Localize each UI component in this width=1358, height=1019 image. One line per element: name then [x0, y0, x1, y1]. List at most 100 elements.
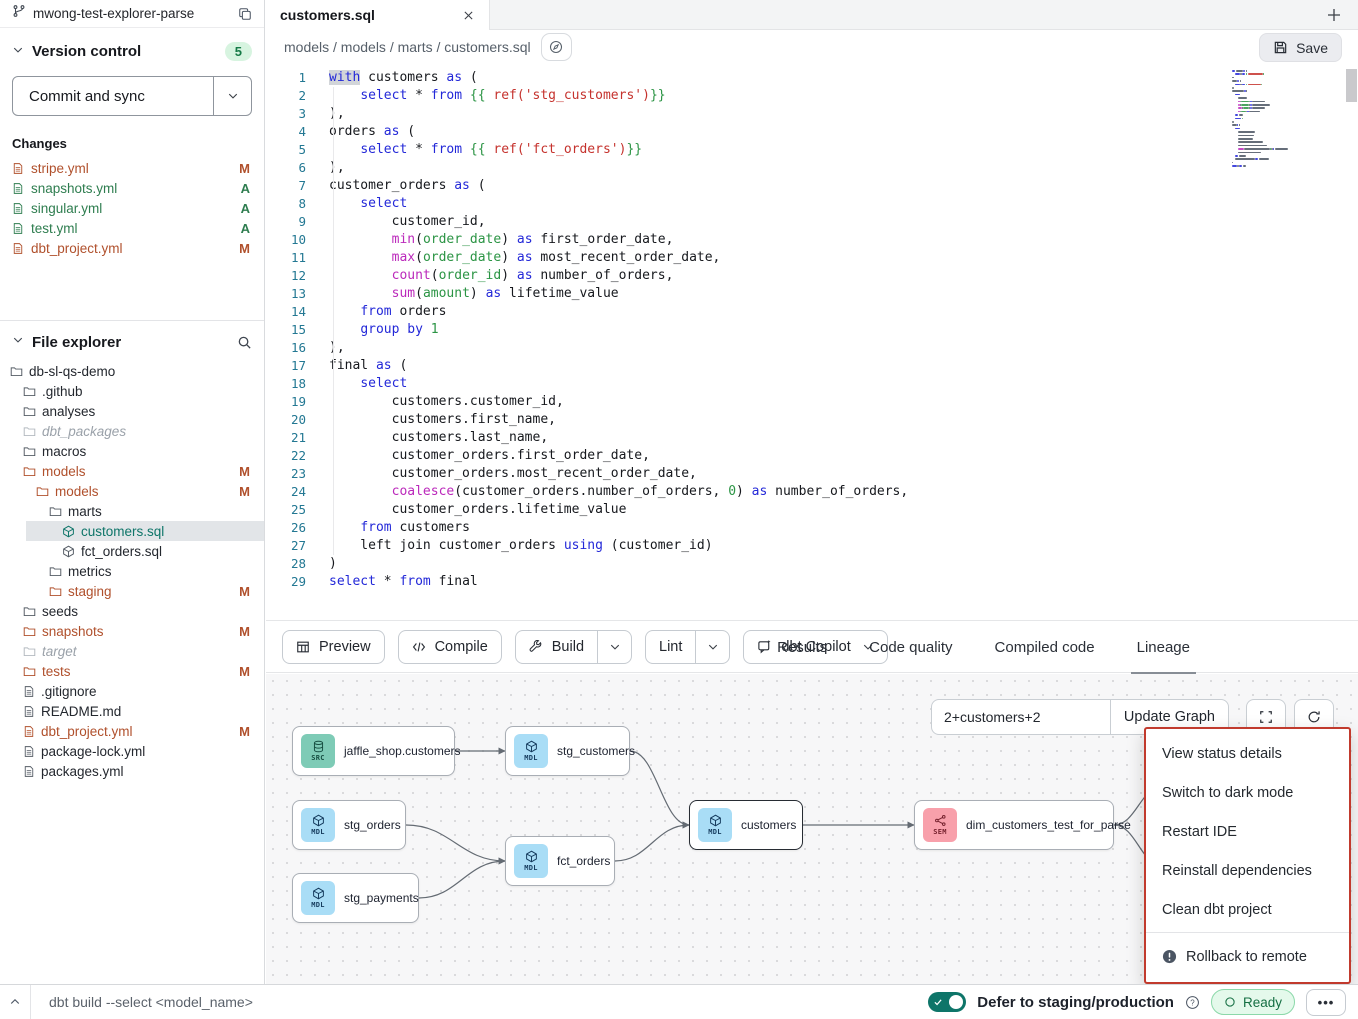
- lineage-node-stg-payments[interactable]: MDLstg_payments: [292, 873, 419, 923]
- file-icon: [23, 765, 35, 778]
- tab-code-quality[interactable]: Code quality: [869, 621, 952, 674]
- close-icon[interactable]: [462, 9, 475, 22]
- node-label: dim_customers_test_for_parse: [966, 818, 1137, 832]
- lineage-node-stg-customers[interactable]: MDLstg_customers: [505, 726, 630, 776]
- code-line: 27 left join customer_orders using (cust…: [266, 537, 1358, 555]
- menu-item-view-status-details[interactable]: View status details: [1146, 734, 1349, 773]
- defer-toggle[interactable]: [928, 992, 966, 1012]
- file-name: analyses: [42, 404, 95, 419]
- tab-customers-sql[interactable]: customers.sql: [266, 0, 490, 30]
- tab-results[interactable]: Results: [777, 621, 827, 674]
- file-icon: [12, 182, 24, 195]
- menu-item-clean-dbt-project[interactable]: Clean dbt project: [1146, 890, 1349, 929]
- dropdown-chevron[interactable]: [597, 631, 631, 663]
- menu-item-reinstall-dependencies[interactable]: Reinstall dependencies: [1146, 851, 1349, 890]
- file-tree-item-packages-yml[interactable]: packages.yml: [0, 761, 264, 781]
- save-button[interactable]: Save: [1259, 33, 1342, 62]
- lineage-node-fct-orders[interactable]: MDLfct_orders: [505, 836, 615, 886]
- file-tree-item-target[interactable]: target: [0, 641, 264, 661]
- editor-scrollbar[interactable]: [1346, 69, 1357, 102]
- git-branch-icon: [12, 4, 26, 23]
- change-item[interactable]: stripe.ymlM: [0, 158, 264, 178]
- search-icon[interactable]: [237, 335, 252, 350]
- lint-button[interactable]: Lint: [645, 630, 730, 664]
- commit-dropdown-chevron[interactable]: [213, 77, 251, 115]
- code-line: 23 customer_orders.most_recent_order_dat…: [266, 465, 1358, 483]
- change-item[interactable]: test.ymlA: [0, 218, 264, 238]
- ready-status-badge[interactable]: Ready: [1211, 989, 1295, 1015]
- copy-icon[interactable]: [238, 7, 252, 21]
- file-tree-item-seeds[interactable]: seeds: [0, 601, 264, 621]
- tab-title: customers.sql: [280, 7, 375, 23]
- file-status: M: [239, 624, 256, 639]
- change-item[interactable]: dbt_project.ymlM: [0, 238, 264, 258]
- version-control-title: Version control: [32, 43, 141, 60]
- locate-in-tree-button[interactable]: [541, 33, 572, 61]
- src-badge: SRC: [301, 734, 335, 768]
- lineage-filter-input[interactable]: [932, 700, 1110, 734]
- lineage-node-jaffle-shop-customers[interactable]: SRCjaffle_shop.customers: [292, 726, 455, 776]
- file-name: macros: [42, 444, 86, 459]
- file-tree-item-macros[interactable]: macros: [0, 441, 264, 461]
- dropdown-chevron[interactable]: [695, 631, 729, 663]
- file-tree-item-staging[interactable]: stagingM: [0, 581, 264, 601]
- file-status: M: [239, 584, 256, 599]
- lineage-node-stg-orders[interactable]: MDLstg_orders: [292, 800, 406, 850]
- lineage-node-dim-customers-test-for-parse[interactable]: SEMdim_customers_test_for_parse: [914, 800, 1114, 850]
- commit-and-sync-button[interactable]: Commit and sync: [12, 76, 252, 116]
- code-line: 5 select * from {{ ref('fct_orders')}}: [266, 141, 1358, 159]
- help-icon[interactable]: ?: [1185, 995, 1200, 1010]
- preview-button[interactable]: Preview: [282, 630, 385, 664]
- file-tree-item-customers-sql[interactable]: customers.sql: [26, 521, 264, 541]
- result-tabs: Results Code quality Compiled code Lineage: [777, 621, 1190, 674]
- command-input-placeholder[interactable]: dbt build --select <model_name>: [49, 994, 253, 1010]
- menu-item-restart-ide[interactable]: Restart IDE: [1146, 812, 1349, 851]
- ide-options-menu: View status detailsSwitch to dark modeRe…: [1144, 727, 1351, 984]
- new-tab-button[interactable]: [1326, 7, 1342, 23]
- lineage-node-customers[interactable]: MDLcustomers: [689, 800, 803, 850]
- file-tree-item-marts[interactable]: marts: [0, 501, 264, 521]
- expand-command-bar-button[interactable]: [0, 996, 30, 1008]
- file-tree-item-db-sl-qs-demo[interactable]: db-sl-qs-demo: [0, 361, 264, 381]
- chevron-down-icon[interactable]: [12, 333, 24, 351]
- changes-list: stripe.ymlMsnapshots.ymlA singular.yml Ate…: [0, 158, 264, 258]
- compile-button[interactable]: Compile: [398, 630, 502, 664]
- code-line: 28): [266, 555, 1358, 573]
- code-line: 25 customer_orders.lifetime_value: [266, 501, 1358, 519]
- change-item[interactable]: singular.yml A: [0, 198, 264, 218]
- file-tree-item-snapshots[interactable]: snapshotsM: [0, 621, 264, 641]
- code-line: 10 min(order_date) as first_order_date,: [266, 231, 1358, 249]
- file-name: db-sl-qs-demo: [29, 364, 115, 379]
- file-tree-item-metrics[interactable]: metrics: [0, 561, 264, 581]
- minimap[interactable]: [1232, 70, 1292, 180]
- file-tree-item-models[interactable]: modelsM: [0, 461, 264, 481]
- tab-compiled-code[interactable]: Compiled code: [995, 621, 1095, 674]
- chevron-down-icon[interactable]: [12, 43, 24, 61]
- more-options-button[interactable]: •••: [1306, 989, 1346, 1016]
- file-tree-item-readme-md[interactable]: README.md: [0, 701, 264, 721]
- change-file-name: test.yml: [31, 221, 78, 236]
- file-tree-item-dbt-project-yml[interactable]: dbt_project.ymlM: [0, 721, 264, 741]
- build-button[interactable]: Build: [515, 630, 632, 664]
- file-tree-item-package-lock-yml[interactable]: package-lock.yml: [0, 741, 264, 761]
- file-tree-item-analyses[interactable]: analyses: [0, 401, 264, 421]
- file-tree-item-tests[interactable]: testsM: [0, 661, 264, 681]
- menu-item-rollback-to-remote[interactable]: Rollback to remote: [1146, 936, 1349, 977]
- file-tree-item--gitignore[interactable]: .gitignore: [0, 681, 264, 701]
- file-tree-item-fct-orders-sql[interactable]: fct_orders.sql: [0, 541, 264, 561]
- change-status: A: [241, 201, 250, 216]
- defer-label: Defer to staging/production: [977, 994, 1174, 1011]
- menu-item-switch-to-dark-mode[interactable]: Switch to dark mode: [1146, 773, 1349, 812]
- code-editor[interactable]: 1with customers as (2 select * from {{ r…: [266, 64, 1358, 620]
- file-tree-item-models[interactable]: modelsM: [0, 481, 264, 501]
- code-line: 26 from customers: [266, 519, 1358, 537]
- file-tree-item-dbt-packages[interactable]: dbt_packages: [0, 421, 264, 441]
- code-lines: 1with customers as (2 select * from {{ r…: [266, 64, 1358, 591]
- tab-lineage[interactable]: Lineage: [1137, 621, 1190, 674]
- file-tree-item--github[interactable]: .github: [0, 381, 264, 401]
- check-icon: [933, 997, 943, 1007]
- change-item[interactable]: snapshots.ymlA: [0, 178, 264, 198]
- change-file-name: singular.yml: [31, 201, 102, 216]
- change-file-name: dbt_project.yml: [31, 241, 123, 256]
- line-number: 17: [266, 357, 306, 375]
